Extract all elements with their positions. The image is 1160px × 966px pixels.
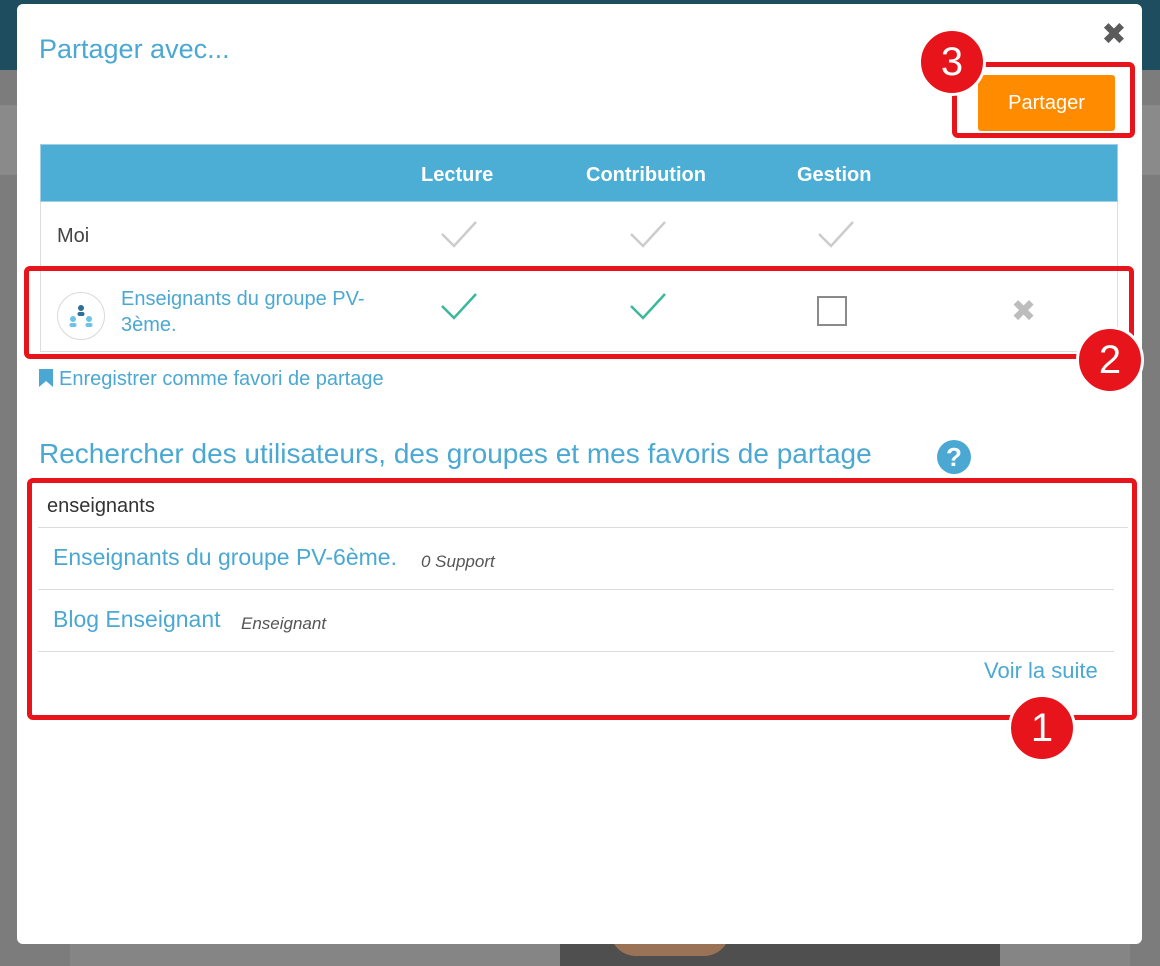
share-modal: Partager avec... ✖ Partager Lecture Cont… — [17, 4, 1142, 944]
header-contribution: Contribution — [586, 164, 706, 186]
highlight-box-2 — [24, 266, 1134, 359]
header-lecture: Lecture — [421, 164, 494, 186]
table-row-me: Moi — [40, 202, 1118, 268]
bookmark-icon — [39, 369, 53, 387]
highlight-box-1 — [27, 478, 1137, 720]
check-icon-lecture-disabled — [441, 221, 477, 248]
annotation-badge-2: 2 — [1076, 326, 1144, 394]
save-favorite-label: Enregistrer comme favori de partage — [59, 368, 384, 390]
annotation-badge-1: 1 — [1008, 694, 1076, 762]
table-header: Lecture Contribution Gestion — [40, 144, 1118, 202]
help-icon[interactable]: ? — [937, 440, 971, 474]
modal-title: Partager avec... — [39, 34, 230, 64]
row-label-me: Moi — [57, 225, 90, 247]
close-icon[interactable]: ✖ — [1099, 20, 1129, 50]
save-favorite-link[interactable]: Enregistrer comme favori de partage — [39, 368, 384, 391]
check-icon-gestion-disabled — [818, 221, 854, 248]
header-gestion: Gestion — [797, 164, 872, 186]
search-title: Rechercher des utilisateurs, des groupes… — [39, 438, 872, 469]
check-icon-contribution-disabled — [630, 221, 666, 248]
annotation-badge-3: 3 — [918, 28, 986, 96]
